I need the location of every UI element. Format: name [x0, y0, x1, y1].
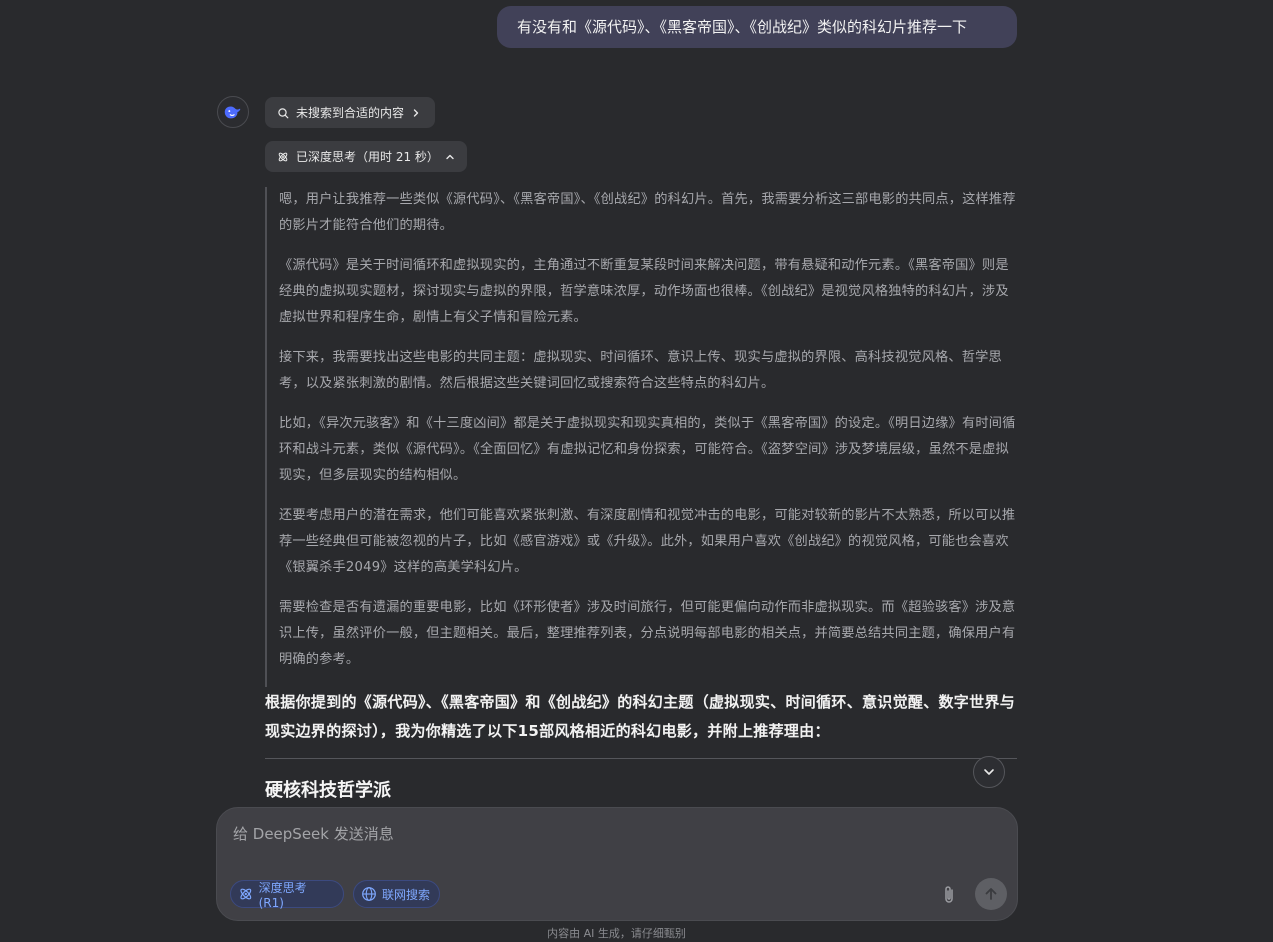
- thinking-paragraph: 需要检查是否有遗漏的重要电影，比如《环形使者》涉及时间旅行，但可能更偏向动作而非…: [279, 600, 1016, 667]
- atom-icon: [278, 152, 288, 161]
- section-heading: 硬核科技哲学派: [265, 780, 391, 801]
- chevron-down-icon: [984, 769, 994, 775]
- message-input[interactable]: [231, 820, 995, 848]
- deepseek-avatar: [217, 96, 249, 128]
- divider: [265, 758, 1017, 759]
- deep-think-r1-label: 深度思考 (R1): [258, 880, 307, 910]
- answer-intro: 根据你提到的《源代码》、《黑客帝国》和《创战纪》的科幻主题（虚拟现实、时间循环、…: [265, 693, 1016, 740]
- send-button[interactable]: [975, 878, 1007, 910]
- thinking-paragraph: 接下来，我需要找出这些电影的共同主题：虚拟现实、时间循环、意识上传、现实与虚拟的…: [279, 350, 1002, 391]
- web-search-toggle[interactable]: 联网搜索: [353, 880, 440, 908]
- deep-think-toggle-button[interactable]: 已深度思考（用时 21 秒）: [265, 141, 467, 172]
- user-message-bubble: 有没有和《源代码》、《黑客帝国》、《创战纪》类似的科幻片推荐一下: [497, 6, 1017, 48]
- atom-icon: [240, 888, 252, 900]
- thinking-paragraph: 嗯，用户让我推荐一些类似《源代码》、《黑客帝国》、《创战纪》的科幻片。首先，我需…: [279, 192, 1016, 233]
- deepseek-whale-icon: [224, 106, 241, 119]
- chat-view: 有没有和《源代码》、《黑客帝国》、《创战纪》类似的科幻片推荐一下 未搜索到合适的…: [0, 0, 1273, 942]
- search-status-button[interactable]: 未搜索到合适的内容: [265, 97, 435, 128]
- arrow-up-icon: [985, 888, 997, 900]
- deep-think-status-label: 已深度思考（用时 21 秒）: [296, 150, 439, 164]
- globe-icon: [362, 887, 376, 901]
- thinking-content: 嗯，用户让我推荐一些类似《源代码》、《黑客帝国》、《创战纪》的科幻片。首先，我需…: [265, 187, 1017, 687]
- thinking-paragraph: 比如，《异次元骇客》和《十三度凶间》都是关于虚拟现实和现实真相的，类似于《黑客帝…: [279, 416, 1016, 483]
- search-refresh-icon: [278, 107, 289, 118]
- web-search-label: 联网搜索: [382, 887, 431, 902]
- deep-think-r1-toggle[interactable]: 深度思考 (R1): [230, 880, 344, 910]
- thinking-paragraph: 《源代码》是关于时间循环和虚拟现实的，主角通过不断重复某段时间来解决问题，带有悬…: [279, 258, 1009, 325]
- chevron-right-icon: [413, 108, 419, 117]
- ai-disclaimer: 内容由 AI 生成，请仔细甄别: [547, 927, 686, 940]
- paperclip-icon: [945, 886, 953, 903]
- scroll-to-bottom-button[interactable]: [973, 756, 1005, 788]
- message-composer: 深度思考 (R1) 联网搜索: [216, 807, 1018, 921]
- attach-file-button[interactable]: [937, 882, 961, 908]
- search-status-label: 未搜索到合适的内容: [296, 106, 405, 120]
- thinking-paragraph: 还要考虑用户的潜在需求，他们可能喜欢紧张刺激、有深度剧情和视觉冲击的电影，可能对…: [279, 508, 1016, 575]
- chevron-up-icon: [446, 154, 454, 159]
